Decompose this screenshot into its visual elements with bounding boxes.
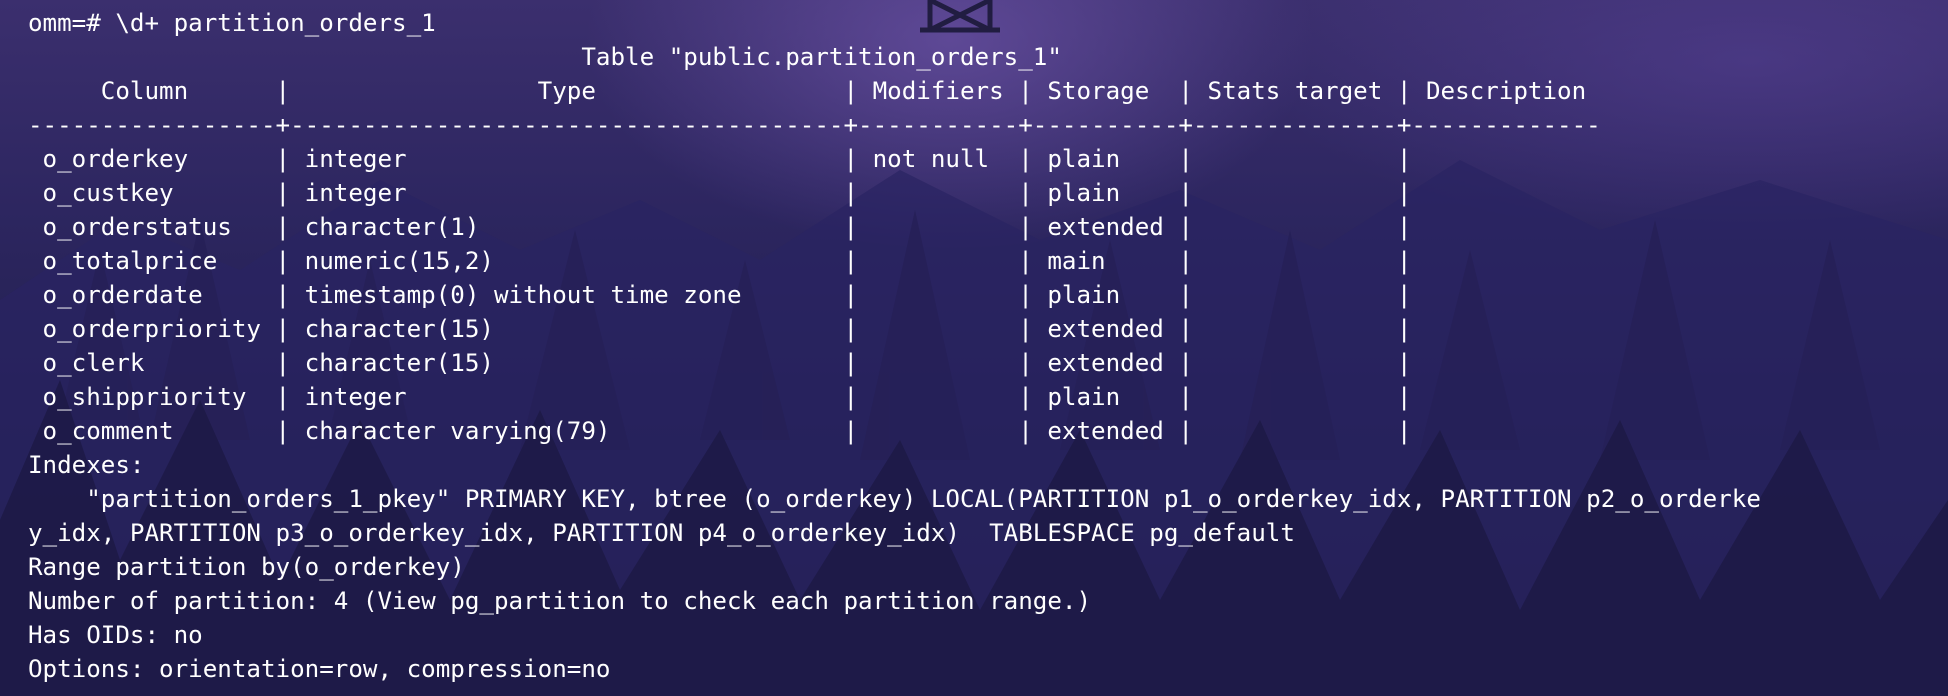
table-separator: -----------------+----------------------… xyxy=(28,111,1601,139)
table-title: Table "public.partition_orders_1" xyxy=(28,43,1062,71)
command-line: omm=# \d+ partition_orders_1 xyxy=(28,9,436,37)
table-row: o_orderkey | integer | not null | plain … xyxy=(28,145,1412,173)
index-definition-line-2: y_idx, PARTITION p3_o_orderkey_idx, PART… xyxy=(28,519,1295,547)
table-row: o_totalprice | numeric(15,2) | | main | … xyxy=(28,247,1412,275)
has-oids-line: Has OIDs: no xyxy=(28,621,203,649)
table-row: o_orderpriority | character(15) | | exte… xyxy=(28,315,1412,343)
terminal-output: omm=# \d+ partition_orders_1 Table "publ… xyxy=(28,6,1761,686)
partition-count-line: Number of partition: 4 (View pg_partitio… xyxy=(28,587,1092,615)
range-partition-line: Range partition by(o_orderkey) xyxy=(28,553,465,581)
table-row: o_custkey | integer | | plain | | xyxy=(28,179,1412,207)
table-row: o_comment | character varying(79) | | ex… xyxy=(28,417,1412,445)
table-row: o_orderdate | timestamp(0) without time … xyxy=(28,281,1412,309)
options-line: Options: orientation=row, compression=no xyxy=(28,655,611,683)
table-row: o_shippriority | integer | | plain | | xyxy=(28,383,1412,411)
indexes-label: Indexes: xyxy=(28,451,145,479)
table-row: o_orderstatus | character(1) | | extende… xyxy=(28,213,1412,241)
table-row: o_clerk | character(15) | | extended | | xyxy=(28,349,1412,377)
index-definition-line-1: "partition_orders_1_pkey" PRIMARY KEY, b… xyxy=(28,485,1761,513)
table-header: Column | Type | Modifiers | Storage | St… xyxy=(28,77,1587,105)
